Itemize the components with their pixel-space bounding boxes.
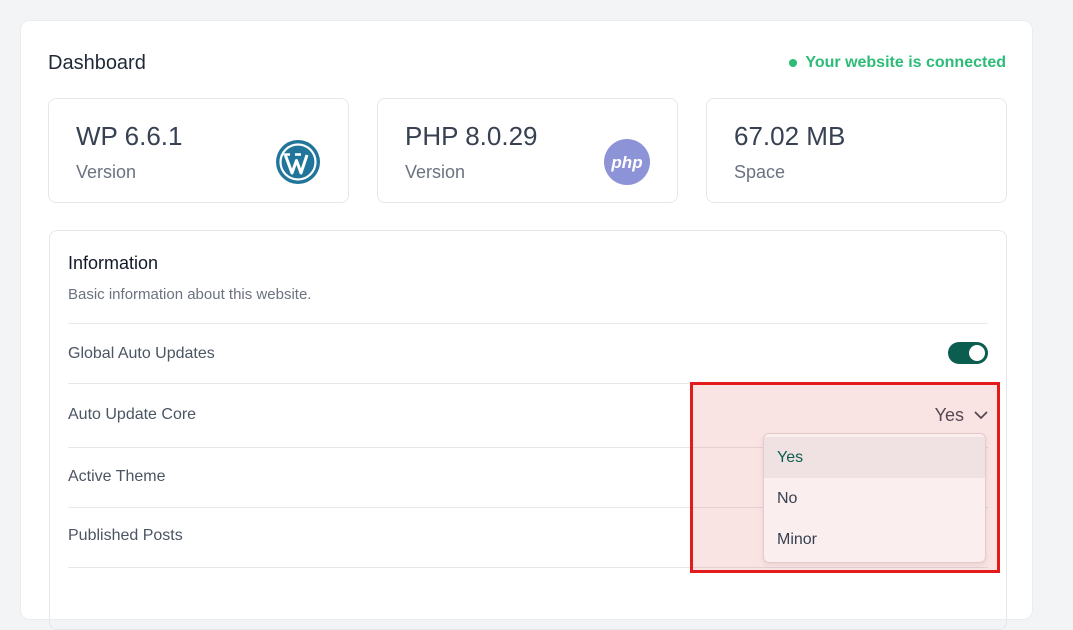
connection-status: Your website is connected — [789, 54, 1006, 72]
wp-version-label: Version — [76, 162, 137, 182]
wp-version-card: WP 6.6.1 Version — [48, 98, 349, 203]
connection-status-text: Your website is connected — [805, 54, 1006, 71]
divider — [68, 323, 988, 324]
php-version-label: Version — [405, 162, 466, 182]
space-card: 67.02 MB Space — [706, 98, 1007, 203]
toggle-knob — [969, 345, 985, 361]
wp-version-value: WP 6.6.1 — [76, 121, 183, 151]
status-dot-icon — [789, 59, 798, 67]
wordpress-icon — [276, 140, 320, 184]
dropdown-option-no[interactable]: No — [764, 478, 985, 519]
dropdown-option-yes[interactable]: Yes — [764, 437, 985, 478]
php-version-card: PHP 8.0.29 Version php — [377, 98, 678, 203]
dropdown-option-minor[interactable]: Minor — [764, 519, 985, 560]
published-posts-label: Published Posts — [68, 527, 183, 544]
php-icon: php — [604, 139, 650, 185]
auto-update-core-dropdown-menu: Yes No Minor — [763, 433, 986, 563]
global-auto-updates-label: Global Auto Updates — [68, 345, 215, 362]
page-title: Dashboard — [48, 52, 146, 74]
information-title: Information — [68, 253, 159, 273]
information-subtitle: Basic information about this website. — [68, 286, 312, 303]
space-value: 67.02 MB — [734, 121, 846, 151]
active-theme-label: Active Theme — [68, 468, 166, 485]
auto-update-core-label: Auto Update Core — [68, 406, 197, 423]
space-label: Space — [734, 162, 786, 182]
svg-text:php: php — [610, 153, 642, 172]
php-version-value: PHP 8.0.29 — [405, 121, 538, 151]
global-auto-updates-toggle[interactable] — [948, 342, 988, 364]
